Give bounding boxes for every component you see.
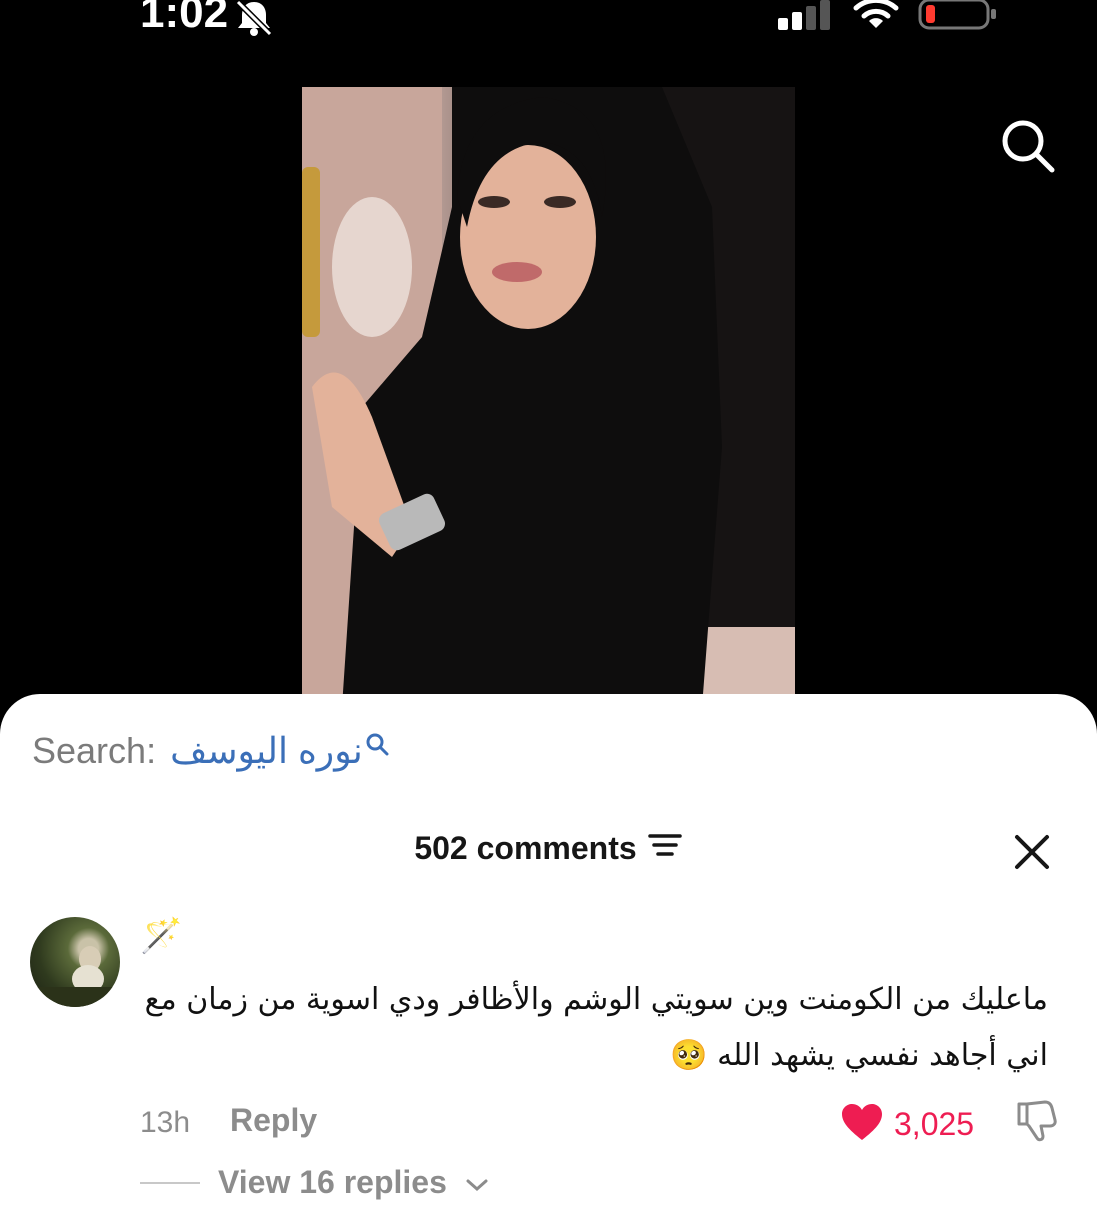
- heart-icon: [840, 1102, 884, 1146]
- battery-low-icon: [918, 0, 998, 36]
- search-query: نوره اليوسف: [170, 730, 363, 771]
- comment-text-line: اني أجاهد نفسي يشهد الله 🥺: [670, 1038, 1048, 1073]
- search-suggestion[interactable]: Search: نوره اليوسف: [32, 730, 389, 772]
- cellular-signal-icon: [778, 0, 834, 34]
- search-icon[interactable]: [998, 116, 1058, 180]
- divider: [140, 1181, 200, 1184]
- search-icon: [365, 723, 389, 765]
- comment-time: 13h: [140, 1106, 191, 1139]
- status-bar: 1:02: [0, 0, 1097, 50]
- close-icon[interactable]: [1012, 832, 1052, 876]
- chevron-down-icon: [465, 1164, 489, 1201]
- comment-text: ماعليك من الكومنت وين سويتي الوشم والأظا…: [138, 972, 1048, 1084]
- view-replies-button[interactable]: View 16 replies: [140, 1164, 489, 1201]
- wifi-icon: [852, 0, 900, 34]
- like-count: 3,025: [894, 1105, 975, 1142]
- bell-slash-icon: [232, 0, 276, 42]
- comment-actions: 13h Reply 3,025: [140, 1100, 1070, 1150]
- video-player[interactable]: [302, 87, 795, 707]
- reply-button[interactable]: Reply: [230, 1102, 317, 1139]
- comments-header: 502 comments: [0, 830, 1097, 867]
- dislike-icon[interactable]: [1015, 1098, 1059, 1148]
- view-replies-label: View 16 replies: [218, 1164, 447, 1200]
- status-time: 1:02: [140, 0, 229, 37]
- comments-sheet: Search: نوره اليوسف 502 comments 🪄 ماعلي…: [0, 694, 1097, 1214]
- filter-lines-icon[interactable]: [647, 830, 683, 867]
- comment-text-line: ماعليك من الكومنت وين سويتي الوشم والأظا…: [144, 982, 1048, 1017]
- comments-count: 502 comments: [414, 830, 637, 866]
- like-button[interactable]: 3,025: [840, 1102, 974, 1146]
- comment-username[interactable]: 🪄: [140, 916, 182, 956]
- avatar[interactable]: [30, 917, 120, 1007]
- search-label: Search:: [32, 730, 157, 771]
